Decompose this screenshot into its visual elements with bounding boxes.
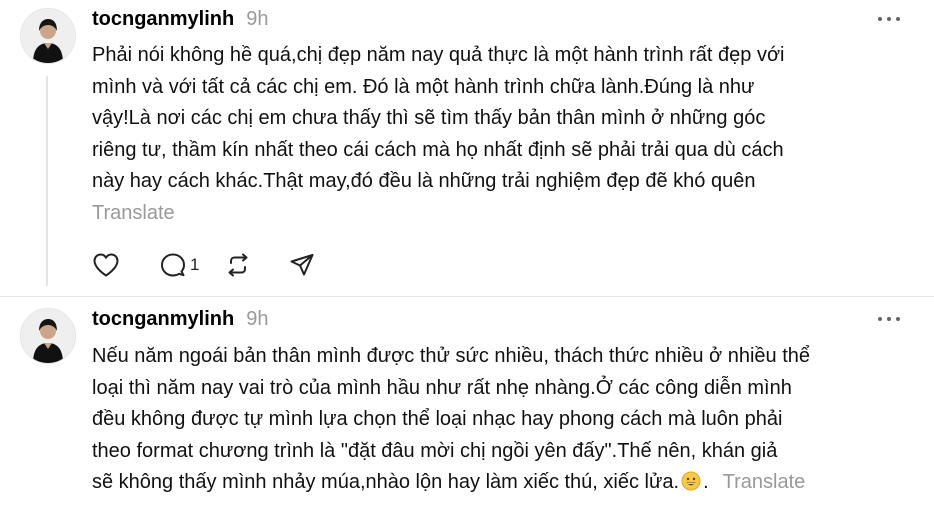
avatar-image-icon: [21, 9, 75, 63]
speech-bubble-icon: [161, 253, 185, 277]
post-header: tocnganmylinh 9h: [92, 6, 268, 32]
timestamp[interactable]: 9h: [246, 306, 268, 332]
repost-button[interactable]: [225, 252, 251, 278]
post-text-line: riêng tư, thầm kín nhất theo cái cách mà…: [92, 138, 784, 161]
post-text-line: sẽ không thấy mình nhảy múa,nhào lộn hay…: [92, 471, 680, 493]
post-text: Phải nói không hề quá,chị đẹp năm nay qu…: [92, 40, 912, 229]
paper-plane-icon: [290, 254, 314, 276]
reply-button[interactable]: 1: [160, 252, 199, 278]
post-text-line: Nếu năm ngoái bản thân mình được thử sức…: [92, 345, 810, 367]
username[interactable]: tocnganmylinh: [92, 6, 234, 32]
post-text-line: vậy!Là nơi các chị em chưa thấy thì sẽ t…: [92, 107, 766, 129]
thread-post-2: tocnganmylinh 9h Nếu năm ngoái bản thân …: [0, 296, 934, 516]
post-text-line-last: sẽ không thấy mình nhảy múa,nhào lộn hay…: [92, 467, 912, 499]
timestamp[interactable]: 9h: [246, 6, 268, 32]
reply-count: 1: [190, 255, 200, 274]
heart-icon: [93, 253, 119, 277]
username[interactable]: tocnganmylinh: [92, 306, 234, 332]
post-text-line: theo format chương trình là "đặt đâu mời…: [92, 439, 778, 462]
trailing-punctuation: .: [703, 471, 709, 493]
translate-link[interactable]: Translate: [723, 471, 806, 493]
post-text-line: mình và với tất cả các chị em. Đó là một…: [92, 75, 755, 98]
more-dots-icon[interactable]: [878, 10, 900, 28]
translate-link[interactable]: Translate: [92, 198, 912, 230]
thread-post-1: tocnganmylinh 9h Phải nói không hề quá,c…: [0, 0, 934, 296]
grinning-face-emoji-icon: [681, 471, 701, 491]
post-text-line: Phải nói không hề quá,chị đẹp năm nay qu…: [92, 44, 785, 66]
action-bar: 1: [92, 250, 355, 280]
post-text-line: này hay cách khác.Thật may,đó đều là nhữ…: [92, 170, 756, 192]
post-text: Nếu năm ngoái bản thân mình được thử sức…: [92, 341, 912, 499]
post-header: tocnganmylinh 9h: [92, 306, 268, 332]
more-dots-icon[interactable]: [878, 310, 900, 328]
thread-connector-line: [46, 76, 48, 286]
share-button[interactable]: [289, 252, 315, 278]
avatar[interactable]: [20, 308, 76, 364]
repost-icon: [228, 253, 248, 277]
post-text-line: loại thì năm nay vai trò của mình hầu nh…: [92, 376, 792, 399]
avatar[interactable]: [20, 8, 76, 64]
like-button[interactable]: [92, 252, 120, 278]
avatar-image-icon: [21, 309, 75, 363]
post-text-line: đều không được tự mình lựa chọn thể loại…: [92, 408, 783, 430]
